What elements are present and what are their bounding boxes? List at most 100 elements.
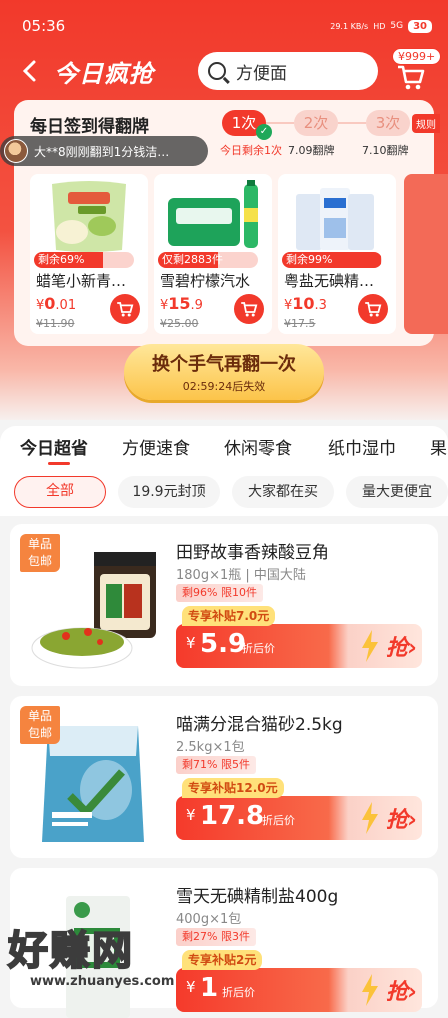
grab-label: 抢 [386, 636, 409, 661]
flip-again-button[interactable]: 换个手气再翻一次 02:59:24后失效 [124, 344, 324, 400]
product-image-snack [52, 181, 126, 252]
avatar [4, 139, 28, 163]
tab-category[interactable]: 果 [430, 434, 447, 459]
remain-bar: 剩余99% [282, 252, 382, 268]
status-bar: 05:36 29.1 KB/s HD 5G 30 [22, 14, 432, 38]
cart-button[interactable]: ¥999+ [392, 48, 444, 94]
cart-icon [365, 302, 382, 317]
flip-product-card[interactable]: 剩余69% 蜡笔小新青… ¥0.01 ¥11.90 [30, 174, 148, 334]
search-text: 方便面 [236, 63, 287, 84]
battery-indicator: 30 [408, 19, 432, 33]
tab-category[interactable]: 方便速食 [122, 434, 190, 459]
tag-line: 单品 [27, 709, 52, 723]
item-spec: 2.5kg×1包 [176, 740, 245, 755]
chip-filter[interactable]: 量大更便宜 [346, 476, 448, 508]
watermark-url: www.zhuanyes.com [30, 974, 175, 989]
add-cart-button[interactable] [358, 294, 388, 324]
bolt-icon [362, 630, 378, 662]
buy-bar[interactable]: ¥ 1 折后价 抢› [176, 968, 422, 1012]
chip-filter[interactable]: 全部 [14, 476, 106, 508]
original-price: ¥17.5 [284, 317, 316, 330]
chip-filter[interactable]: 大家都在买 [232, 476, 334, 508]
bolt-icon [362, 802, 378, 834]
watermark: 好赚网 www.zhuanyes.com [7, 918, 198, 998]
grab-button[interactable]: 抢› [386, 802, 417, 834]
step-1-caption: 今日剩余1次 [220, 144, 282, 157]
item-spec: 180g×1瓶 | 中国大陆 [176, 568, 306, 583]
product-price: ¥0.01 [36, 294, 76, 313]
grab-button[interactable]: 抢› [386, 630, 417, 662]
stock-badge: 剩71% 限5件 [176, 756, 256, 774]
network-speed: 29.1 KB/s [330, 21, 369, 31]
step-connector [338, 122, 366, 124]
grab-button[interactable]: 抢› [386, 974, 417, 1006]
signal-indicator: 5G [390, 21, 404, 31]
add-cart-button[interactable] [234, 294, 264, 324]
price-int: 10 [292, 294, 315, 313]
bolt-icon [362, 974, 378, 1006]
tag-line: 包邮 [27, 554, 52, 568]
cart-icon [117, 302, 134, 317]
grab-label: 抢 [386, 808, 409, 833]
after-discount-label: 折后价 [262, 814, 295, 827]
item-name: 田野故事香辣酸豆角 [176, 543, 329, 563]
product-item[interactable]: 单品 包邮 喵满分混合猫砂2.5kg 2.5kg×1包 剩71% 限5件 ¥ 17… [10, 696, 438, 858]
winner-marquee: 大**8刚刚翻到1分钱洁… [0, 136, 208, 166]
buy-bar[interactable]: ¥ 5.9 折后价 抢› [176, 624, 422, 668]
after-discount-label: 折后价 [242, 642, 275, 655]
flip-products: 剩余69% 蜡笔小新青… ¥0.01 ¥11.90 仅剩2883件 雪碧柠檬汽水… [30, 174, 448, 334]
item-name: 雪天无碘精制盐400g [176, 887, 339, 907]
step-3[interactable]: 3次 [366, 110, 410, 136]
price-int: 15 [168, 294, 191, 313]
product-name: 粤盐无碘精… [284, 272, 375, 290]
original-price: ¥11.90 [36, 317, 75, 330]
search-box[interactable]: 方便面 [198, 52, 378, 90]
active-tab-indicator [48, 462, 70, 465]
product-name: 雪碧柠檬汽水 [160, 272, 251, 290]
tab-category[interactable]: 休闲零食 [224, 434, 292, 459]
tab-category[interactable]: 今日超省 [20, 434, 88, 459]
product-image-salt [296, 188, 374, 250]
page-title: 今日疯抢 [54, 60, 154, 88]
filter-chips: 全部 19.9元封顶 大家都在买 量大更便宜 [0, 470, 448, 516]
tab-category[interactable]: 纸巾湿巾 [328, 434, 396, 459]
countdown-text: 02:59:24后失效 [182, 380, 266, 393]
category-tabs: 今日超省 方便速食 休闲零食 纸巾湿巾 果 [0, 426, 448, 470]
product-price: ¥15.9 [160, 294, 203, 313]
free-shipping-tag: 单品 包邮 [20, 534, 60, 572]
marquee-text: 大**8刚刚翻到1分钱洁… [34, 144, 170, 159]
step-2[interactable]: 2次 [294, 110, 338, 136]
step-connector [266, 122, 294, 124]
status-time: 05:36 [22, 17, 66, 35]
product-name: 蜡笔小新青… [36, 272, 127, 290]
step-3-caption: 7.10翻牌 [362, 144, 409, 157]
flip-product-card[interactable]: 剩余99% 粤盐无碘精… ¥10.3 ¥17.5 [278, 174, 396, 334]
buy-bar[interactable]: ¥ 17.8 折后价 抢› [176, 796, 422, 840]
tag-line: 单品 [27, 537, 52, 551]
step-2-caption: 7.09翻牌 [288, 144, 335, 157]
flip-again-label: 换个手气再翻一次 [152, 354, 296, 375]
next-card-peek [404, 174, 448, 334]
hd-indicator: HD [373, 21, 386, 31]
check-icon: ✓ [256, 124, 272, 140]
chip-filter[interactable]: 19.9元封顶 [118, 476, 220, 508]
price-dec: .3 [314, 298, 327, 313]
cart-icon [398, 65, 425, 90]
product-item[interactable]: 单品 包邮 田野故事香辣酸豆角 180g×1瓶 | 中国大陆 剩96% 限10件 … [10, 524, 438, 686]
rules-button[interactable]: 规则 [412, 114, 440, 133]
price-int: 0 [44, 294, 56, 313]
stock-badge: 剩96% 限10件 [176, 584, 263, 602]
back-icon[interactable] [20, 56, 44, 86]
item-price: 17.8 [200, 801, 265, 831]
original-price: ¥25.00 [160, 317, 199, 330]
price-symbol: ¥ [186, 806, 196, 824]
origin-text: 中国大陆 [253, 568, 306, 583]
free-shipping-tag: 单品 包邮 [20, 706, 60, 744]
signin-steps: 1次 ✓ 2次 3次 今日剩余1次 7.09翻牌 7.10翻牌 [218, 110, 434, 160]
add-cart-button[interactable] [110, 294, 140, 324]
subsidy-badge: 专享补贴12.0元 [182, 778, 284, 798]
price-symbol: ¥ [186, 634, 196, 652]
signin-title: 每日签到得翻牌 [30, 117, 149, 137]
watermark-logo: 好赚网 [7, 927, 134, 975]
flip-product-card[interactable]: 仅剩2883件 雪碧柠檬汽水 ¥15.9 ¥25.00 [154, 174, 272, 334]
